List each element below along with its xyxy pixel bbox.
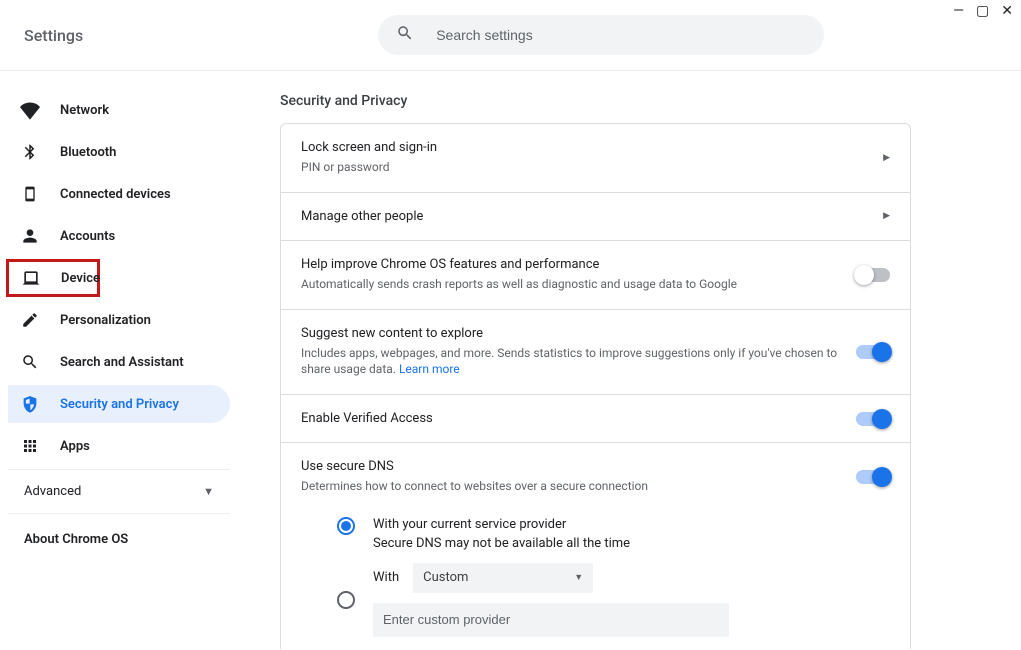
row-sub: PIN or password: [301, 159, 867, 176]
radio-custom-provider[interactable]: [337, 591, 355, 609]
dns-option-custom[interactable]: With Custom ▼: [337, 563, 890, 637]
chevron-down-icon: ▼: [574, 572, 583, 583]
sidebar-item-label: Bluetooth: [60, 145, 116, 160]
window-controls: — ▢ ✕: [953, 4, 1013, 18]
apps-icon: [20, 436, 40, 456]
settings-card: Lock screen and sign-in PIN or password …: [280, 123, 911, 649]
dns-option-label: With: [373, 570, 399, 585]
search-icon: [396, 24, 414, 46]
chevron-down-icon: ▼: [203, 485, 214, 498]
search-input[interactable]: [436, 27, 806, 43]
sidebar-item-label: Accounts: [60, 229, 115, 244]
row-verified-access: Enable Verified Access: [281, 395, 910, 443]
layout: Network Bluetooth Connected devices Acco…: [0, 71, 1021, 649]
row-title: Help improve Chrome OS features and perf…: [301, 257, 840, 272]
toggle-suggest-content[interactable]: [856, 345, 890, 359]
sidebar-about[interactable]: About Chrome OS: [8, 514, 240, 565]
laptop-icon: [21, 268, 41, 288]
sidebar-item-bluetooth[interactable]: Bluetooth: [8, 133, 230, 171]
maximize-icon[interactable]: ▢: [976, 4, 989, 18]
shield-icon: [20, 394, 40, 414]
row-manage-people[interactable]: Manage other people ▶: [281, 193, 910, 241]
section-title: Security and Privacy: [280, 93, 911, 109]
phone-icon: [20, 184, 40, 204]
minimize-icon[interactable]: —: [953, 4, 964, 18]
sidebar-item-network[interactable]: Network: [8, 91, 230, 129]
row-sub: Includes apps, webpages, and more. Sends…: [301, 345, 840, 379]
main-content: Security and Privacy Lock screen and sig…: [240, 71, 1021, 649]
sidebar-item-label: Connected devices: [60, 187, 171, 202]
sidebar-item-accounts[interactable]: Accounts: [8, 217, 230, 255]
dns-option-current-provider[interactable]: With your current service provider Secur…: [337, 517, 890, 551]
row-secure-dns: Use secure DNS Determines how to connect…: [281, 443, 910, 501]
row-title: Lock screen and sign-in: [301, 140, 867, 155]
sidebar-item-personalization[interactable]: Personalization: [8, 301, 230, 339]
row-title: Use secure DNS: [301, 459, 840, 474]
dns-options: With your current service provider Secur…: [281, 501, 910, 649]
dns-option-label: With your current service provider: [373, 517, 630, 532]
chevron-right-icon: ▶: [883, 153, 890, 163]
bluetooth-icon: [20, 142, 40, 162]
wifi-icon: [20, 100, 40, 120]
sidebar-item-label: Device: [61, 271, 100, 286]
divider: [0, 70, 1021, 71]
close-icon[interactable]: ✕: [1001, 4, 1013, 18]
row-title: Enable Verified Access: [301, 411, 840, 426]
search-small-icon: [20, 352, 40, 372]
select-value: Custom: [423, 570, 468, 585]
advanced-label: Advanced: [24, 484, 81, 499]
toggle-secure-dns[interactable]: [856, 470, 890, 484]
sidebar-item-search-assistant[interactable]: Search and Assistant: [8, 343, 230, 381]
dns-option-sub: Secure DNS may not be available all the …: [373, 536, 630, 551]
chevron-right-icon: ▶: [883, 211, 890, 221]
dns-provider-select[interactable]: Custom ▼: [413, 563, 593, 593]
sidebar-item-device[interactable]: Device: [6, 259, 100, 297]
sidebar: Network Bluetooth Connected devices Acco…: [0, 71, 240, 649]
sidebar-item-label: Personalization: [60, 313, 151, 328]
row-sub: Automatically sends crash reports as wel…: [301, 276, 840, 293]
sidebar-item-security[interactable]: Security and Privacy: [8, 385, 230, 423]
sidebar-item-label: Security and Privacy: [60, 397, 179, 412]
row-crash-reports: Help improve Chrome OS features and perf…: [281, 241, 910, 310]
row-sub: Determines how to connect to websites ov…: [301, 478, 840, 495]
page-title: Settings: [24, 26, 83, 45]
row-lock-screen[interactable]: Lock screen and sign-in PIN or password …: [281, 124, 910, 193]
row-title: Suggest new content to explore: [301, 326, 840, 341]
learn-more-link[interactable]: Learn more: [399, 362, 460, 376]
sidebar-item-connected-devices[interactable]: Connected devices: [8, 175, 230, 213]
sidebar-item-apps[interactable]: Apps: [8, 427, 230, 465]
toggle-crash-reports[interactable]: [856, 268, 890, 282]
sidebar-item-label: Search and Assistant: [60, 355, 184, 370]
edit-icon: [20, 310, 40, 330]
dns-custom-input[interactable]: [373, 603, 729, 637]
toggle-verified-access[interactable]: [856, 412, 890, 426]
search-box[interactable]: [378, 15, 824, 55]
sidebar-advanced[interactable]: Advanced ▼: [8, 469, 230, 514]
radio-current-provider[interactable]: [337, 517, 355, 535]
person-icon: [20, 226, 40, 246]
row-suggest-content: Suggest new content to explore Includes …: [281, 310, 910, 396]
sidebar-item-label: Apps: [60, 439, 90, 454]
sidebar-item-label: Network: [60, 103, 109, 118]
header: Settings: [0, 0, 1021, 70]
row-title: Manage other people: [301, 209, 867, 224]
